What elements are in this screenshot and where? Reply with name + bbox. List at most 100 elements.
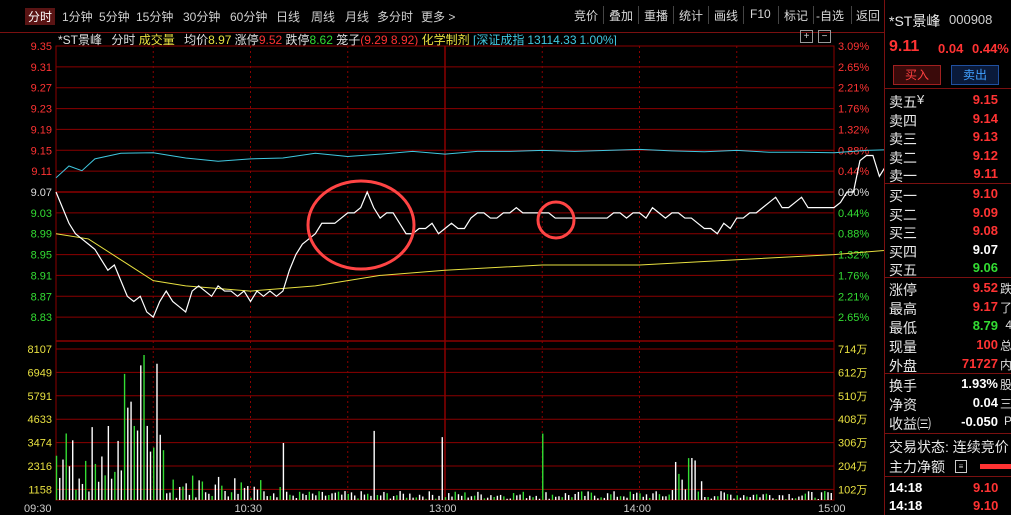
volume-tick-label: 3474 (28, 438, 52, 450)
row-extra: P (1003, 414, 1011, 428)
volume-amount-tick-label: 714万 (838, 344, 867, 356)
row-extra: 4 (1005, 318, 1011, 332)
index-line (55, 148, 884, 179)
volume-tick-label: 6949 (28, 367, 52, 379)
ask-row[interactable]: 卖四 9.14 (889, 111, 1011, 129)
tick-time: 14:18 (889, 498, 923, 513)
row-value: 9.13 (972, 129, 998, 144)
time-tick-label: 10:30 (235, 503, 263, 515)
row-label: 买四 (889, 243, 917, 260)
stat-row[interactable]: 现量 100 总 (889, 337, 1011, 355)
row-value: -0.050 (961, 414, 998, 429)
price-tick-label: 9.31 (31, 62, 52, 74)
bid-row[interactable]: 买五 9.06 (889, 260, 1011, 278)
row-label: 卖二 (889, 149, 917, 166)
pct-tick-label: 2.21% (838, 83, 869, 95)
row-label: 卖五 (889, 94, 917, 110)
volume-tick-label: 8107 (28, 344, 52, 356)
stat-row[interactable]: 最低 8.79 4 (889, 318, 1011, 336)
pct-tick-label: 2.65% (838, 312, 869, 324)
pct-tick-label: 0.44% (838, 166, 869, 178)
volume-tick-label: 4633 (28, 414, 52, 426)
row-label: 买二 (889, 206, 917, 223)
volume-amount-tick-label: 612万 (838, 367, 867, 379)
price-change-pct: 0.44% (972, 41, 1009, 56)
row-value: 8.79 (972, 318, 998, 333)
pct-tick-label: 2.65% (838, 62, 869, 74)
pct-tick-label: 1.32% (838, 124, 869, 136)
panel-stock-name: *ST景峰 (889, 13, 941, 29)
volume-tick-label: 2316 (28, 461, 52, 473)
row-label: 换手 (889, 378, 917, 394)
row-extra: 跌 (999, 282, 1011, 296)
row-label: 买三 (889, 225, 917, 241)
annotation-circle (536, 200, 576, 240)
row-label: 买一 (889, 188, 917, 204)
row-label: 收益㈢ (889, 416, 931, 432)
price-tick-label: 9.11 (31, 166, 52, 178)
row-extra: 三 (999, 397, 1011, 411)
price-tick-label: 9.27 (31, 83, 52, 95)
row-value: 9.10 (972, 186, 998, 201)
ask-row[interactable]: 卖一 9.11 (889, 166, 1011, 184)
pct-tick-label: 3.09% (838, 41, 869, 53)
row-value: 9.07 (972, 241, 998, 257)
row-label: 最低 (889, 320, 917, 336)
row-extra: 股 (999, 378, 1011, 392)
ask-row[interactable]: 卖五 9.15 (889, 92, 1011, 110)
row-value: 100 (976, 337, 998, 352)
stat-row[interactable]: 收益㈢ -0.050 P (889, 414, 1011, 432)
price-tick-label: 8.99 (31, 229, 52, 241)
row-label: 卖三 (889, 131, 917, 147)
ask-row[interactable]: 卖三 9.13 (889, 129, 1011, 147)
row-label: 净资 (889, 397, 917, 413)
price-tick-label: 9.03 (31, 208, 52, 220)
row-label: 现量 (889, 339, 917, 355)
avg-price-line (55, 233, 884, 292)
ask-row[interactable]: 卖二 9.12 (889, 148, 1011, 166)
price-tick-label: 9.15 (31, 145, 52, 157)
tick-time: 14:18 (889, 480, 923, 495)
stat-row[interactable]: 换手 1.93% 股 (889, 376, 1011, 394)
stat-row[interactable]: 最高 9.17 了 (889, 299, 1011, 317)
price-tick-label: 9.35 (31, 41, 52, 53)
row-value: 9.08 (972, 223, 998, 238)
row-extra: 内 (999, 358, 1011, 372)
stat-row[interactable]: 净资 0.04 三 (889, 395, 1011, 413)
price-tick-label: 8.91 (31, 270, 52, 282)
pct-tick-label: 1.32% (838, 250, 869, 262)
current-price: 9.11 (889, 38, 920, 55)
row-value: 9.11 (973, 166, 998, 181)
main-net-bar (980, 464, 1011, 469)
price-tick-label: 9.23 (31, 104, 52, 116)
bid-row[interactable]: 买三 9.08 (889, 223, 1011, 241)
tick-row: 14:18 9.10 (889, 498, 1011, 513)
tick-price: 9.10 (973, 498, 999, 513)
stat-row[interactable]: 涨停 9.52 跌 (889, 280, 1011, 298)
row-value: 9.06 (972, 260, 998, 275)
row-value: 9.17 (972, 299, 998, 314)
row-value: 1.93% (961, 376, 998, 391)
volume-amount-tick-label: 510万 (838, 391, 867, 403)
price-tick-label: 8.95 (31, 250, 52, 262)
price-tick-label: 8.87 (31, 291, 52, 303)
price-tick-label: 8.83 (31, 312, 52, 324)
bid-row[interactable]: 买四 9.07 (889, 242, 1011, 260)
price-change: 0.04 (938, 41, 964, 56)
pct-tick-label: 1.76% (838, 104, 869, 116)
volume-amount-tick-label: 408万 (838, 414, 867, 426)
time-tick-label: 13:00 (429, 503, 457, 515)
bid-row[interactable]: 买二 9.09 (889, 205, 1011, 223)
volume-tick-label: 1158 (28, 484, 52, 496)
buy-button[interactable]: 买入 (893, 65, 941, 85)
bid-row[interactable]: 买一 9.10 (889, 186, 1011, 204)
stat-row[interactable]: 外盘 71727 内 (889, 356, 1011, 374)
time-tick-label: 15:00 (818, 503, 846, 515)
sell-button[interactable]: 卖出 (951, 65, 999, 85)
pct-tick-label: 2.21% (838, 291, 869, 303)
time-tick-label: 14:00 (624, 503, 652, 515)
list-icon[interactable]: ≡ (955, 460, 967, 473)
row-value: 9.15 (972, 92, 998, 107)
volume-amount-tick-label: 204万 (838, 461, 867, 473)
row-value: 0.04 (972, 395, 998, 410)
